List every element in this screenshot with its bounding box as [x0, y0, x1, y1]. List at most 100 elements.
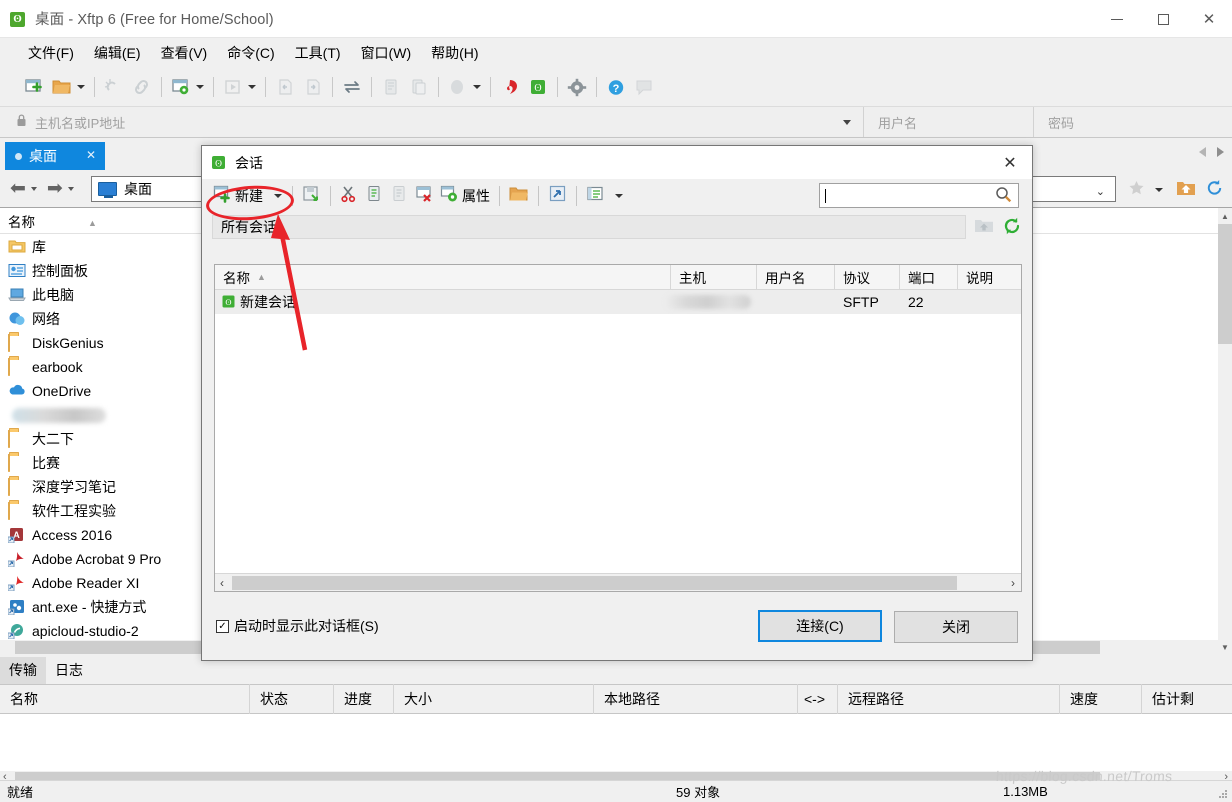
username-field[interactable]: 用户名 [864, 107, 1034, 137]
view-mode-button[interactable] [583, 183, 608, 209]
column-description[interactable]: 说明 [958, 265, 1018, 289]
column-name[interactable]: 名称 ▲ [215, 265, 671, 289]
password-field[interactable]: 密码 [1034, 107, 1232, 137]
session-table-hscrollbar[interactable]: ‹ › [215, 573, 1021, 591]
home-folder-icon[interactable] [1176, 180, 1196, 200]
column-size[interactable]: 大小 [394, 684, 594, 714]
xftp-icon: ʘ [211, 155, 227, 171]
disconnect-icon [103, 76, 125, 98]
delete-button[interactable] [412, 183, 437, 209]
close-button[interactable]: ✕ [1186, 0, 1232, 38]
column-name[interactable]: 名称 [0, 684, 250, 714]
cut-button[interactable] [337, 183, 362, 209]
session-settings-caret-icon[interactable] [196, 85, 204, 89]
hscroll-right-icon[interactable]: › [1011, 576, 1015, 590]
maximize-button[interactable] [1140, 0, 1186, 38]
new-session-caret-icon[interactable] [274, 193, 282, 198]
column-direction[interactable]: <-> [798, 684, 838, 714]
hscroll-left-icon[interactable]: ‹ [220, 576, 224, 590]
column-status[interactable]: 状态 [250, 684, 334, 714]
host-placeholder: 主机名或IP地址 [35, 115, 126, 131]
session-table: 名称 ▲ 主机 用户名 协议 端口 说明 ʘ 新建会话 SFTP 22 ‹ › [214, 264, 1022, 592]
favorite-caret-icon[interactable] [1155, 187, 1163, 192]
sync-icon[interactable] [341, 76, 363, 98]
mode-caret-icon[interactable] [473, 85, 481, 89]
file-pane-vscrollbar[interactable]: ▲ ▼ [1218, 208, 1232, 655]
open-folder-caret-icon[interactable] [77, 85, 85, 89]
paste-icon [390, 185, 409, 206]
scroll-down-icon[interactable]: ▼ [1218, 639, 1232, 655]
open-folder-button[interactable] [506, 183, 532, 209]
resize-grip-icon[interactable] [1216, 787, 1228, 799]
column-protocol[interactable]: 协议 [835, 265, 900, 289]
menu-file[interactable]: 文件(F) [18, 40, 84, 66]
menu-edit[interactable]: 编辑(E) [84, 40, 151, 66]
run-caret-icon[interactable] [248, 85, 256, 89]
host-dropdown-caret-icon[interactable] [843, 120, 851, 125]
all-sessions-field[interactable]: 所有会话 [212, 215, 966, 239]
password-placeholder: 密码 [1048, 115, 1075, 131]
menu-window[interactable]: 窗口(W) [351, 40, 422, 66]
column-host[interactable]: 主机 [671, 265, 757, 289]
save-button[interactable] [299, 183, 324, 209]
tab-desktop[interactable]: 桌面 ✕ [5, 142, 105, 170]
xftp-icon[interactable]: ʘ [527, 76, 549, 98]
connect-button[interactable]: 连接(C) [758, 610, 882, 642]
forward-button[interactable]: ➡ [47, 179, 74, 198]
table-row[interactable]: ʘ 新建会话 SFTP 22 [215, 290, 1021, 314]
help-icon[interactable]: ? [605, 76, 627, 98]
hscroll-thumb[interactable] [232, 576, 957, 590]
copy-button[interactable] [362, 183, 387, 209]
menu-tools[interactable]: 工具(T) [285, 40, 351, 66]
column-progress[interactable]: 进度 [334, 684, 394, 714]
menu-help[interactable]: 帮助(H) [421, 40, 488, 66]
column-eta[interactable]: 估计剩 [1142, 684, 1222, 714]
menu-view[interactable]: 查看(V) [151, 40, 218, 66]
tab-next-icon[interactable] [1217, 147, 1224, 157]
column-speed[interactable]: 速度 [1060, 684, 1142, 714]
column-username[interactable]: 用户名 [757, 265, 835, 289]
view-mode-caret-icon[interactable] [615, 193, 623, 198]
close-dialog-button[interactable]: 关闭 [894, 611, 1018, 643]
dialog-close-button[interactable]: ✕ [988, 146, 1032, 179]
up-folder-icon[interactable] [974, 217, 994, 238]
host-field[interactable]: 主机名或IP地址 [0, 107, 864, 137]
paste-button[interactable] [387, 183, 412, 209]
new-session-icon[interactable] [23, 76, 45, 98]
refresh-green-icon[interactable] [1002, 216, 1022, 239]
favorite-star-icon[interactable] [1128, 180, 1145, 199]
back-caret-icon[interactable] [30, 186, 37, 191]
show-on-startup-checkbox[interactable]: ✓ 启动时显示此对话框(S) [216, 616, 379, 636]
open-folder-icon[interactable] [51, 76, 73, 98]
column-port[interactable]: 端口 [900, 265, 958, 289]
tab-log[interactable]: 日志 [46, 657, 92, 684]
settings-gear-icon[interactable] [566, 76, 588, 98]
checkbox-box[interactable]: ✓ [216, 619, 229, 633]
session-search-input[interactable] [819, 183, 1019, 208]
xshell-icon[interactable] [499, 76, 521, 98]
forward-caret-icon[interactable] [67, 186, 74, 191]
scroll-up-icon[interactable]: ▲ [1218, 208, 1232, 224]
toolbar-divider [371, 77, 372, 97]
refresh-icon[interactable] [1205, 179, 1224, 200]
new-session-icon [213, 185, 232, 206]
toolbar-divider [538, 185, 539, 206]
search-icon[interactable] [995, 186, 1012, 206]
tab-transfer[interactable]: 传输 [0, 657, 46, 684]
back-button[interactable]: ⬅ [10, 179, 37, 198]
tab-prev-icon[interactable] [1199, 147, 1206, 157]
path-dropdown-caret-icon[interactable]: ⌄ [1096, 185, 1105, 198]
session-settings-icon[interactable] [170, 76, 192, 98]
tab-close-icon[interactable]: ✕ [86, 148, 96, 162]
list-item-label: 此电脑 [32, 287, 74, 303]
minimize-button[interactable] [1094, 0, 1140, 38]
column-remote-path[interactable]: 远程路径 [838, 684, 1060, 714]
column-local-path[interactable]: 本地路径 [594, 684, 798, 714]
menu-command[interactable]: 命令(C) [217, 40, 284, 66]
vscroll-thumb[interactable] [1218, 224, 1232, 344]
new-session-button[interactable]: 新建 [210, 183, 266, 209]
sort-caret-icon: ▲ [88, 218, 97, 228]
file-column-name: 名称 [8, 214, 35, 230]
properties-button[interactable]: 属性 [437, 183, 493, 209]
create-shortcut-button[interactable] [545, 183, 570, 209]
